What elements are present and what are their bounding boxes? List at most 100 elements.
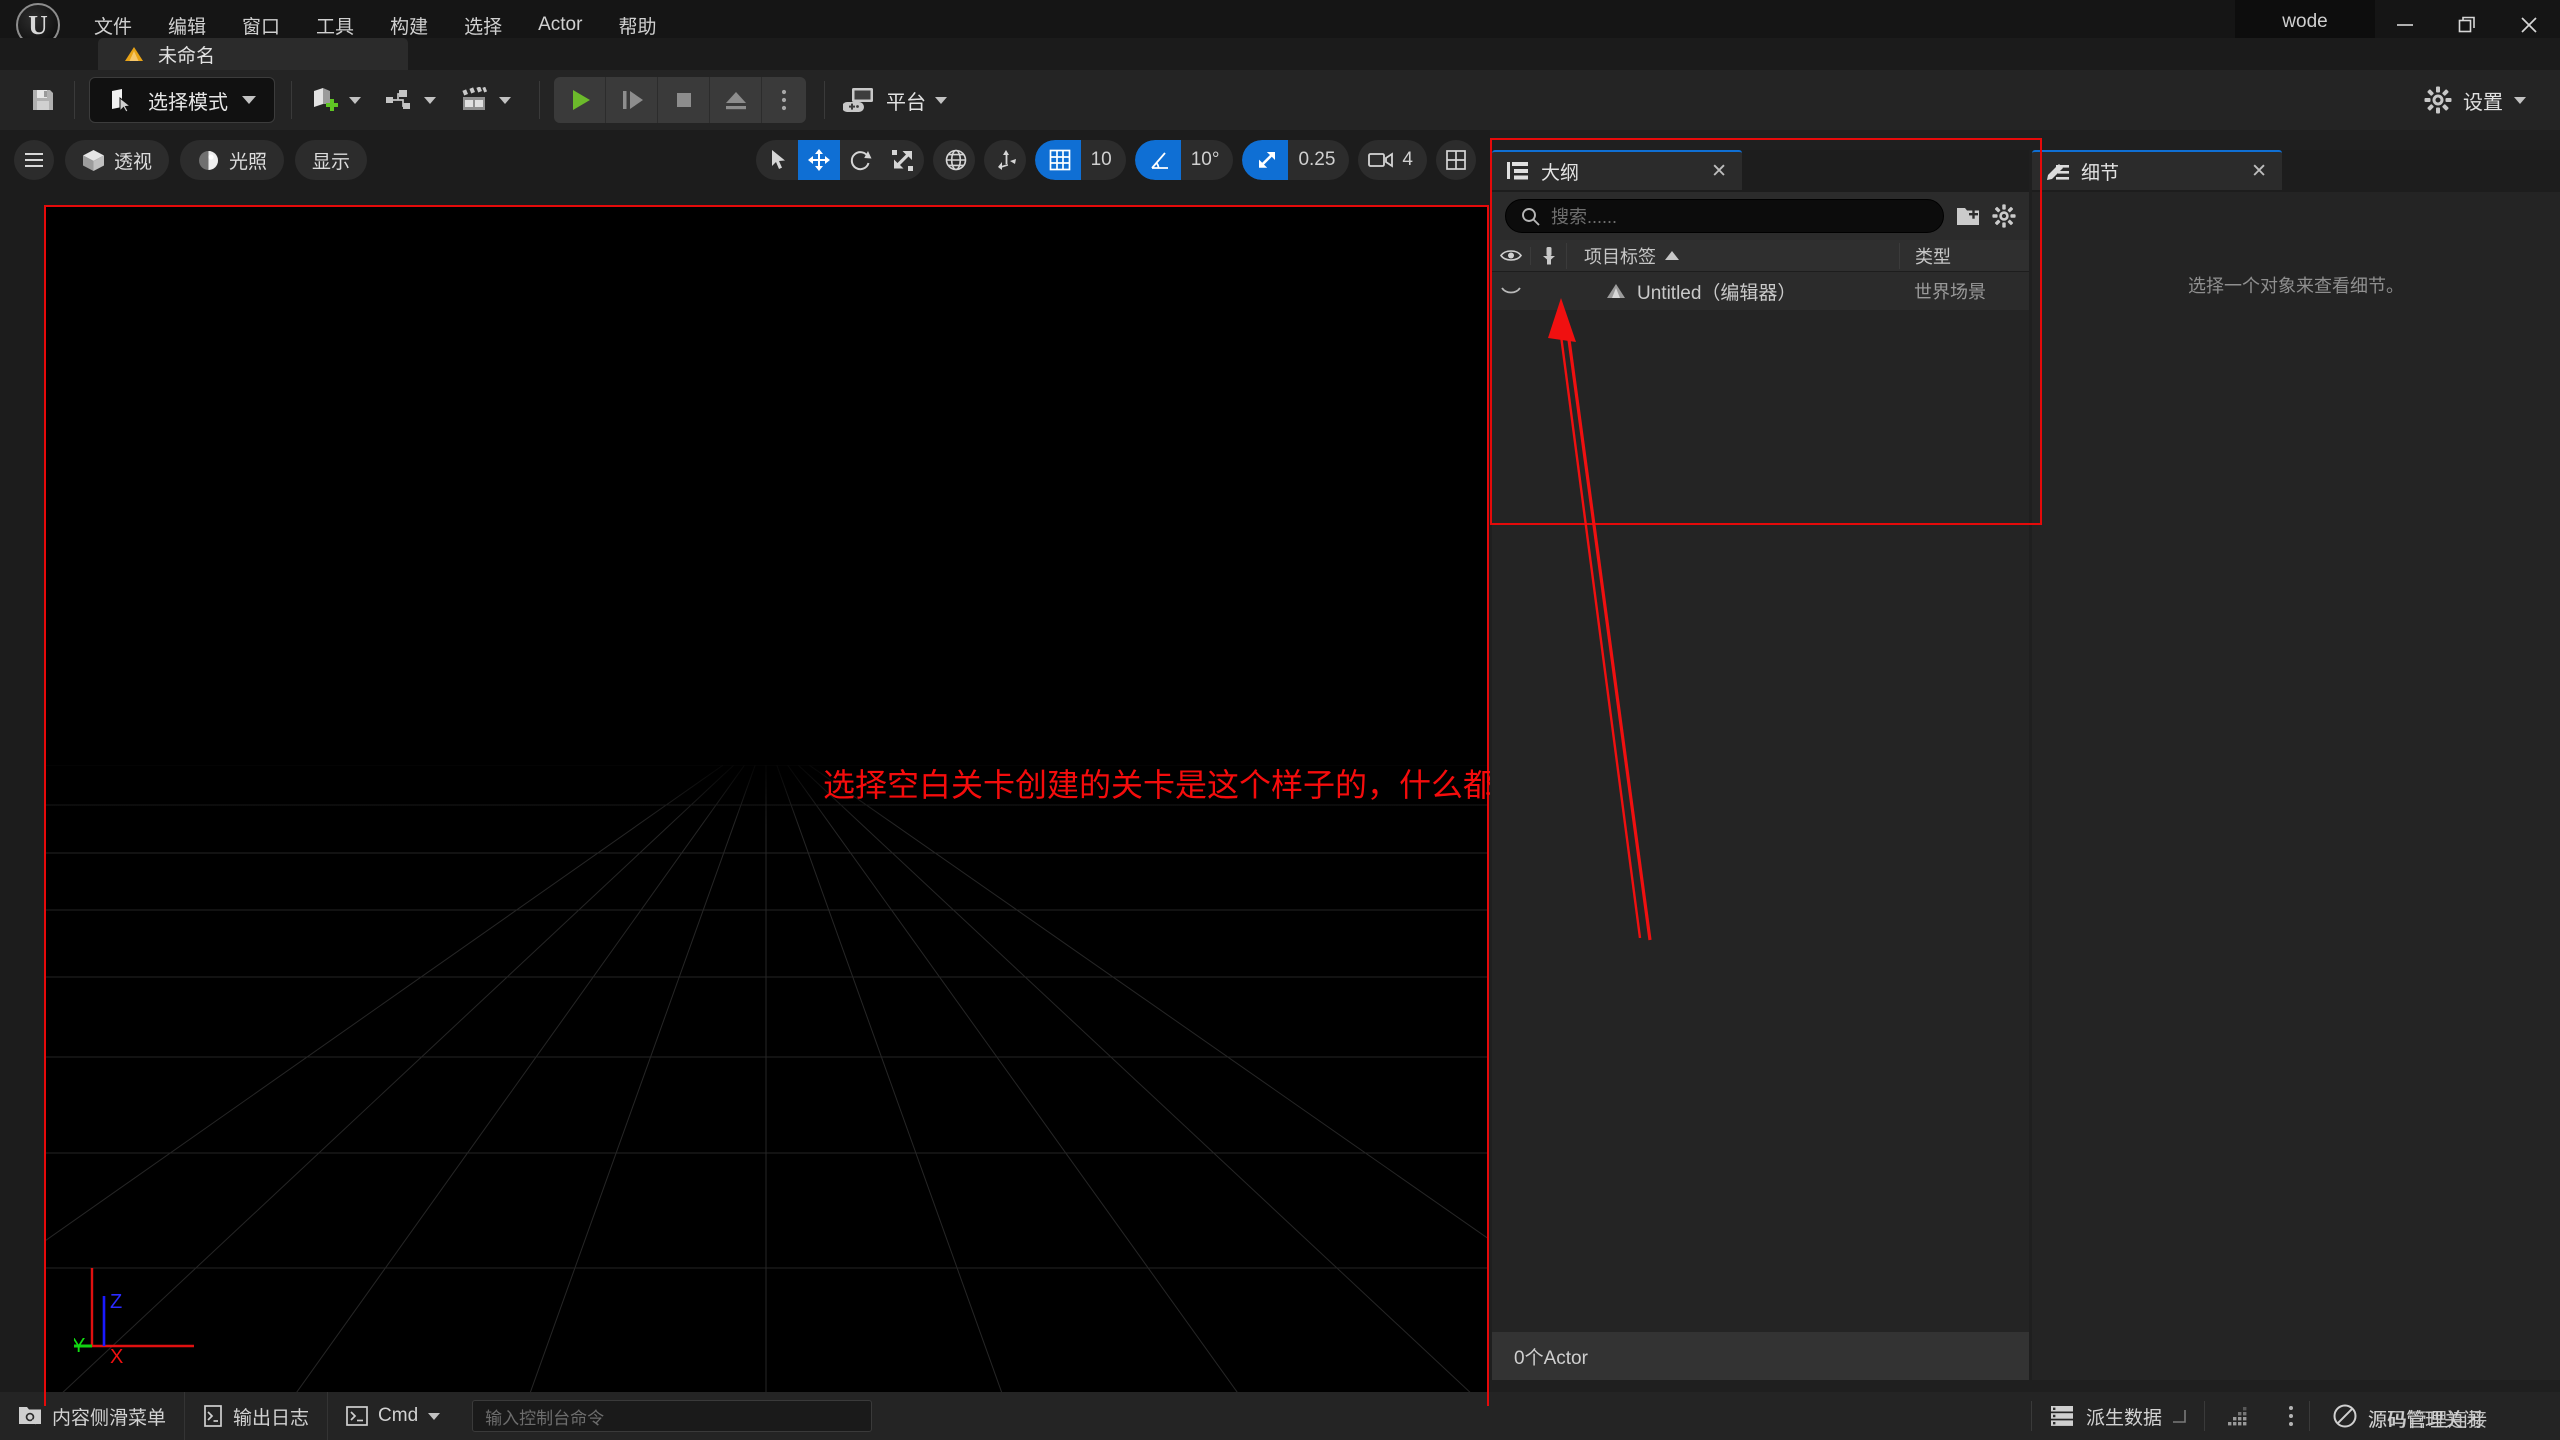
chevron-down-icon — [242, 96, 256, 104]
details-panel: 细节 ✕ 选择一个对象来查看细节。 — [2032, 150, 2560, 1380]
camera-speed-control[interactable]: 4 — [1358, 140, 1427, 180]
angle-snap-control[interactable]: 10° — [1135, 140, 1234, 180]
platform-icon — [843, 87, 877, 113]
camera-icon — [1358, 140, 1400, 180]
cmd-label: Cmd — [378, 1405, 418, 1427]
derived-data-button[interactable]: 派生数据 — [2032, 1392, 2204, 1440]
eye-closed-icon[interactable] — [1492, 284, 1530, 298]
grid-snap-icon[interactable] — [1035, 140, 1081, 180]
select-mode-button[interactable]: 选择模式 — [89, 77, 275, 123]
rotate-gizmo-icon[interactable] — [840, 140, 882, 180]
menu-label: 编辑 — [168, 12, 206, 39]
level-viewport[interactable]: Z X Y 选择空白关卡创建的关卡是这个样子的，什么都没有，黑黑的 透视 — [0, 130, 1490, 1406]
world-coordinate-button[interactable] — [933, 140, 975, 180]
column-label-text: 项目标签 — [1584, 243, 1656, 269]
svg-text:X: X — [110, 1346, 123, 1368]
toolbar-divider — [539, 81, 540, 119]
column-item-label[interactable]: 项目标签 — [1566, 243, 1899, 269]
viewport-show-label: 显示 — [312, 147, 350, 174]
content-drawer-button[interactable]: 内容侧滑菜单 — [0, 1392, 185, 1440]
derived-data-label: 派生数据 — [2086, 1403, 2162, 1430]
actor-count: 0个Actor — [1514, 1343, 1588, 1370]
toolbar-divider — [824, 81, 825, 119]
select-mode-icon — [108, 87, 134, 113]
close-icon[interactable]: ✕ — [2251, 160, 2267, 183]
source-control-button[interactable]: 源码管理关闭 源码管理连接 — [2310, 1392, 2560, 1440]
search-input[interactable]: 搜索...... — [1505, 199, 1944, 233]
angle-snap-icon[interactable] — [1135, 140, 1181, 180]
move-gizmo-icon[interactable] — [798, 140, 840, 180]
new-folder-icon[interactable] — [1956, 205, 1980, 227]
eye-icon[interactable] — [1492, 248, 1530, 263]
scale-snap-value[interactable]: 0.25 — [1288, 149, 1349, 171]
scale-snap-icon[interactable] — [1242, 140, 1288, 180]
viewport-layout-button[interactable] — [1436, 140, 1476, 180]
output-log-label: 输出日志 — [233, 1403, 309, 1430]
add-actor-button[interactable] — [298, 78, 373, 122]
blueprints-button[interactable] — [373, 78, 448, 122]
angle-snap-value[interactable]: 10° — [1181, 149, 1234, 171]
row-label-cell[interactable]: Untitled（编辑器） — [1566, 278, 1899, 305]
row-label: Untitled（编辑器） — [1637, 278, 1796, 305]
gear-icon[interactable] — [1992, 204, 2016, 228]
viewport-show-button[interactable]: 显示 — [295, 140, 367, 180]
toolbar-divider — [74, 81, 75, 119]
viewport-menu-button[interactable] — [14, 140, 54, 180]
svg-text:Z: Z — [110, 1291, 122, 1313]
cmd-button[interactable]: Cmd — [328, 1392, 458, 1440]
platform-button[interactable]: 平台 — [831, 78, 959, 122]
pin-icon[interactable] — [1530, 247, 1566, 265]
output-log-button[interactable]: 输出日志 — [185, 1392, 328, 1440]
table-row[interactable]: Untitled（编辑器） 世界场景 — [1492, 272, 2029, 310]
grid-snap-control[interactable]: 10 — [1035, 140, 1126, 180]
platform-label: 平台 — [886, 86, 926, 115]
row-type: 世界场景 — [1899, 278, 2029, 304]
viewport-perspective-label: 透视 — [114, 147, 152, 174]
eject-button[interactable] — [710, 77, 762, 123]
settings-label: 设置 — [2463, 86, 2503, 115]
stop-button[interactable] — [658, 77, 710, 123]
play-icon — [567, 87, 593, 113]
output-log-icon — [203, 1405, 223, 1427]
cinematics-button[interactable] — [448, 78, 523, 122]
menu-label: 构建 — [390, 12, 428, 39]
skip-button[interactable] — [606, 77, 658, 123]
performance-button[interactable] — [2205, 1392, 2273, 1440]
more-options-icon[interactable] — [762, 77, 806, 123]
viewport-lighting-button[interactable]: 光照 — [180, 140, 284, 180]
grid-snap-value[interactable]: 10 — [1081, 149, 1126, 171]
camera-speed-value[interactable]: 4 — [1400, 149, 1427, 171]
hamburger-icon — [23, 151, 45, 169]
column-type[interactable]: 类型 — [1899, 243, 2029, 269]
menu-label: 选择 — [464, 12, 502, 39]
surface-snap-button[interactable] — [984, 140, 1026, 180]
viewport-perspective-button[interactable]: 透视 — [65, 140, 169, 180]
add-actor-icon — [310, 86, 340, 114]
annotation-text: 选择空白关卡创建的关卡是这个样子的，什么都没有，黑黑的 — [823, 760, 1490, 806]
level-tab[interactable]: 未命名 — [98, 38, 408, 70]
tab-outliner[interactable]: 大纲 ✕ — [1492, 150, 1742, 190]
performance-icon — [2227, 1405, 2251, 1427]
outliner-footer: 0个Actor — [1492, 1332, 2029, 1380]
surface-snap-icon — [984, 140, 1026, 180]
chevron-down-icon — [424, 97, 436, 104]
transform-tools-group — [756, 140, 924, 180]
close-icon[interactable]: ✕ — [1711, 160, 1727, 183]
tab-details[interactable]: 细节 ✕ — [2032, 150, 2282, 190]
chevron-down-icon — [349, 97, 361, 104]
more-options-icon[interactable] — [2273, 1392, 2309, 1440]
scale-gizmo-icon[interactable] — [882, 140, 924, 180]
settings-button[interactable]: 设置 — [2412, 78, 2538, 122]
save-button[interactable] — [18, 78, 68, 122]
svg-text:Y: Y — [74, 1335, 85, 1357]
viewport-lighting-label: 光照 — [229, 147, 267, 174]
outliner-icon — [1507, 161, 1529, 181]
row-type-text: 世界场景 — [1914, 282, 1986, 302]
world-triangle-icon — [1606, 283, 1626, 299]
scale-snap-control[interactable]: 0.25 — [1242, 140, 1349, 180]
save-icon — [30, 87, 56, 113]
play-button[interactable] — [554, 77, 606, 123]
cursor-select-icon[interactable] — [756, 140, 798, 180]
outliner-tree[interactable]: Untitled（编辑器） 世界场景 — [1492, 272, 2029, 310]
console-command-input[interactable]: 输入控制台命令 — [472, 1400, 872, 1432]
